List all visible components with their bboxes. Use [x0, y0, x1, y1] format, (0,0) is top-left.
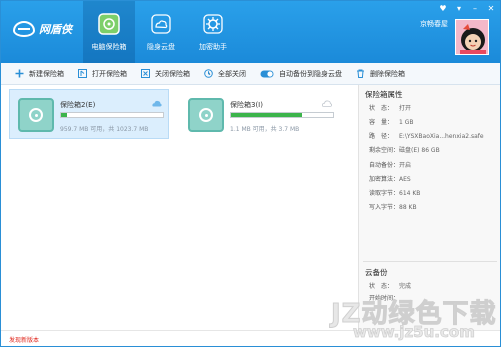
toolbar-label: 新建保险箱 — [29, 69, 64, 78]
toolbar-label: 全部关闭 — [218, 69, 246, 78]
usage-bar-fill — [231, 113, 303, 117]
panel-title: 保险箱属性 — [365, 90, 403, 99]
cloud-outline-icon — [321, 100, 333, 107]
watermark-url: www.jz5u.com — [353, 323, 476, 342]
prop-cipher: 加密算法：AES — [369, 176, 411, 183]
header: 网盾侠 电脑保险箱 隐身云盘 加密助手 ♥ ▾ – ✕ 京畅春屋 — [1, 1, 500, 63]
toolbar-label: 关闭保险箱 — [155, 69, 190, 78]
safe-usage: 1.1 MB 可用，共 3.7 MB — [230, 126, 300, 133]
close-box-icon — [141, 69, 150, 78]
safe-card[interactable]: 保险箱2(E) 959.7 MB 可用，共 1023.7 MB — [9, 89, 169, 139]
toolbar-label: 打开保险箱 — [92, 69, 127, 78]
safe-icon — [18, 98, 54, 132]
usage-bar — [230, 112, 334, 118]
prop-cloud-status: 状 态： 完成 — [369, 283, 412, 290]
auto-backup-toggle[interactable]: 自动备份到隐身云盘 — [260, 69, 342, 79]
safe-icon — [188, 98, 224, 132]
safe-usage: 959.7 MB 可用，共 1023.7 MB — [60, 126, 149, 133]
close-safe-button[interactable]: 关闭保险箱 — [141, 69, 190, 79]
app-logo: 网盾侠 — [13, 19, 72, 39]
cloud-synced-icon — [152, 100, 162, 107]
safe-list: 保险箱2(E) 959.7 MB 可用，共 1023.7 MB 保险箱3(I) … — [1, 85, 358, 330]
app-window: 网盾侠 电脑保险箱 隐身云盘 加密助手 ♥ ▾ – ✕ 京畅春屋 新建保险箱 打… — [0, 0, 501, 347]
prop-free-space: 剩余空间：磁盘(E) 86 GB — [369, 147, 440, 154]
minimize-icon[interactable]: – — [470, 4, 480, 14]
close-icon[interactable]: ✕ — [486, 4, 496, 14]
tab-label: 隐身云盘 — [147, 43, 175, 51]
close-all-button[interactable]: 全部关闭 — [204, 69, 246, 79]
usage-bar-fill — [61, 113, 68, 117]
tab-label: 加密助手 — [199, 43, 227, 51]
panel-divider — [363, 261, 497, 262]
usage-bar — [60, 112, 164, 118]
open-safe-button[interactable]: 打开保险箱 — [78, 69, 127, 79]
prop-status: 状 态： 打开 — [369, 105, 412, 112]
toolbar: 新建保险箱 打开保险箱 关闭保险箱 全部关闭 自动备份到隐身云盘 删除保险箱 — [1, 63, 500, 85]
user-name[interactable]: 京畅春屋 — [420, 19, 448, 29]
menu-icon[interactable]: ▾ — [454, 4, 464, 14]
open-box-icon — [78, 69, 87, 78]
toolbar-label: 删除保险箱 — [370, 69, 405, 78]
gear-icon — [202, 13, 224, 35]
safe-name: 保险箱2(E) — [60, 101, 96, 109]
safe-card[interactable]: 保险箱3(I) 1.1 MB 可用，共 3.7 MB — [179, 89, 339, 139]
prop-bytes-written: 写入字节：88 KB — [369, 204, 417, 211]
plus-icon — [15, 69, 24, 78]
prop-bytes-read: 读取字节：614 KB — [369, 190, 421, 197]
cloud-backup-title: 云备份 — [365, 268, 388, 277]
window-controls: ♥ ▾ – ✕ — [438, 4, 496, 14]
tab-encrypt-helper[interactable]: 加密助手 — [187, 1, 239, 63]
new-safe-button[interactable]: 新建保险箱 — [15, 69, 64, 79]
logo-text: 网盾侠 — [39, 23, 72, 36]
prop-path: 路 径： E:\YSXBaoXia...henxia2.safe — [369, 133, 484, 140]
toggle-icon — [260, 69, 274, 78]
tab-computer-safe[interactable]: 电脑保险箱 — [83, 1, 135, 63]
clock-icon — [204, 69, 213, 78]
watermark: JZ动绿色下载 www.jz5u.com — [331, 293, 500, 346]
avatar[interactable] — [455, 19, 489, 55]
prop-auto-backup: 自动备份：开启 — [369, 162, 412, 169]
toolbar-label: 自动备份到隐身云盘 — [279, 69, 342, 78]
safe-box-icon — [98, 13, 120, 35]
prop-capacity: 容 量： 1 GB — [369, 119, 414, 126]
favorite-icon[interactable]: ♥ — [438, 4, 448, 14]
trash-icon — [356, 69, 365, 78]
tab-label: 电脑保险箱 — [91, 43, 127, 51]
cloud-icon — [150, 13, 172, 35]
tab-hidden-cloud[interactable]: 隐身云盘 — [135, 1, 187, 63]
main-tabs: 电脑保险箱 隐身云盘 加密助手 — [83, 1, 239, 63]
new-version-link[interactable]: 发现新版本 — [9, 335, 39, 344]
safe-name: 保险箱3(I) — [230, 101, 263, 109]
logo-mark-icon — [13, 21, 35, 37]
delete-safe-button[interactable]: 删除保险箱 — [356, 69, 405, 79]
